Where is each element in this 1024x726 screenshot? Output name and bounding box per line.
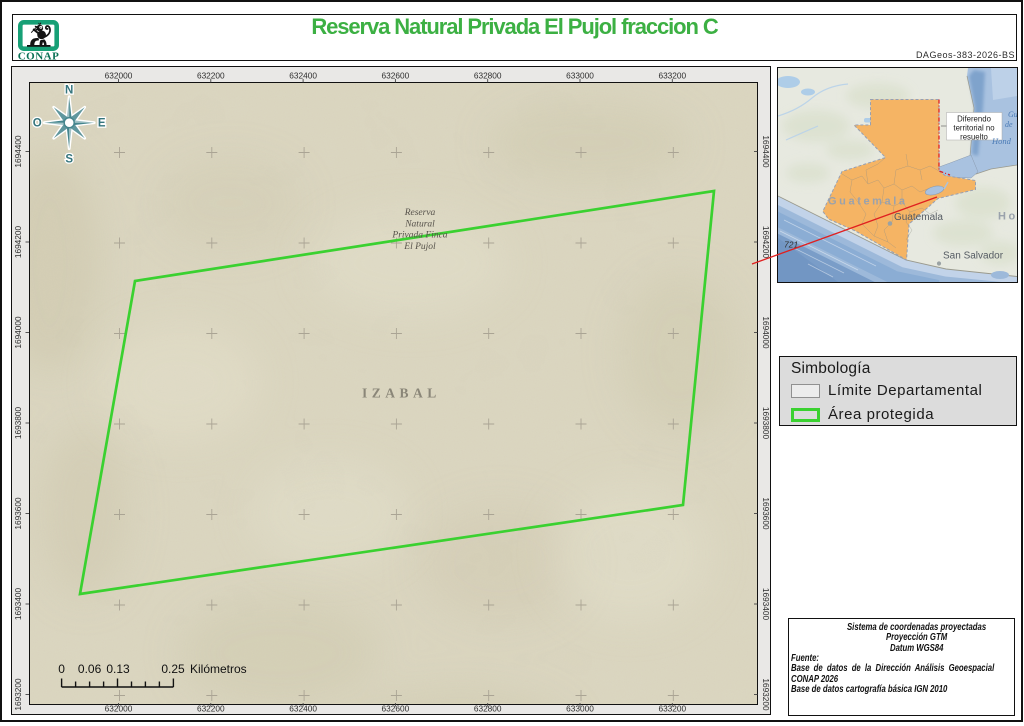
svg-text:territorial no: territorial no <box>953 124 995 133</box>
svg-text:Guatemala: Guatemala <box>894 212 943 223</box>
svg-text:resuelto: resuelto <box>960 133 988 142</box>
svg-text:1694400: 1694400 <box>13 134 23 167</box>
svg-text:1693200: 1693200 <box>13 677 23 710</box>
svg-text:Ho: Ho <box>998 211 1018 223</box>
svg-text:Hond: Hond <box>991 136 1012 146</box>
svg-text:1693200: 1693200 <box>761 678 771 711</box>
svg-text:1693400: 1693400 <box>761 587 771 620</box>
svg-text:721: 721 <box>784 240 798 250</box>
svg-text:1694200: 1694200 <box>13 225 23 258</box>
svg-text:1693400: 1693400 <box>13 587 23 620</box>
svg-text:1694200: 1694200 <box>761 225 771 258</box>
svg-text:1694000: 1694000 <box>13 315 23 348</box>
svg-text:1693600: 1693600 <box>13 496 23 529</box>
svg-text:1694400: 1694400 <box>761 135 771 168</box>
svg-text:Guatemala: Guatemala <box>828 196 908 208</box>
svg-text:1693600: 1693600 <box>761 497 771 530</box>
svg-text:Diferendo: Diferendo <box>957 115 991 124</box>
svg-text:CONAP: CONAP <box>18 50 59 62</box>
svg-text:San Salvador: San Salvador <box>943 251 1004 262</box>
svg-text:1693800: 1693800 <box>13 406 23 439</box>
svg-text:Gu: Gu <box>1008 110 1018 119</box>
svg-text:de: de <box>1005 120 1013 129</box>
svg-text:1694000: 1694000 <box>761 316 771 349</box>
svg-text:1693800: 1693800 <box>761 406 771 439</box>
